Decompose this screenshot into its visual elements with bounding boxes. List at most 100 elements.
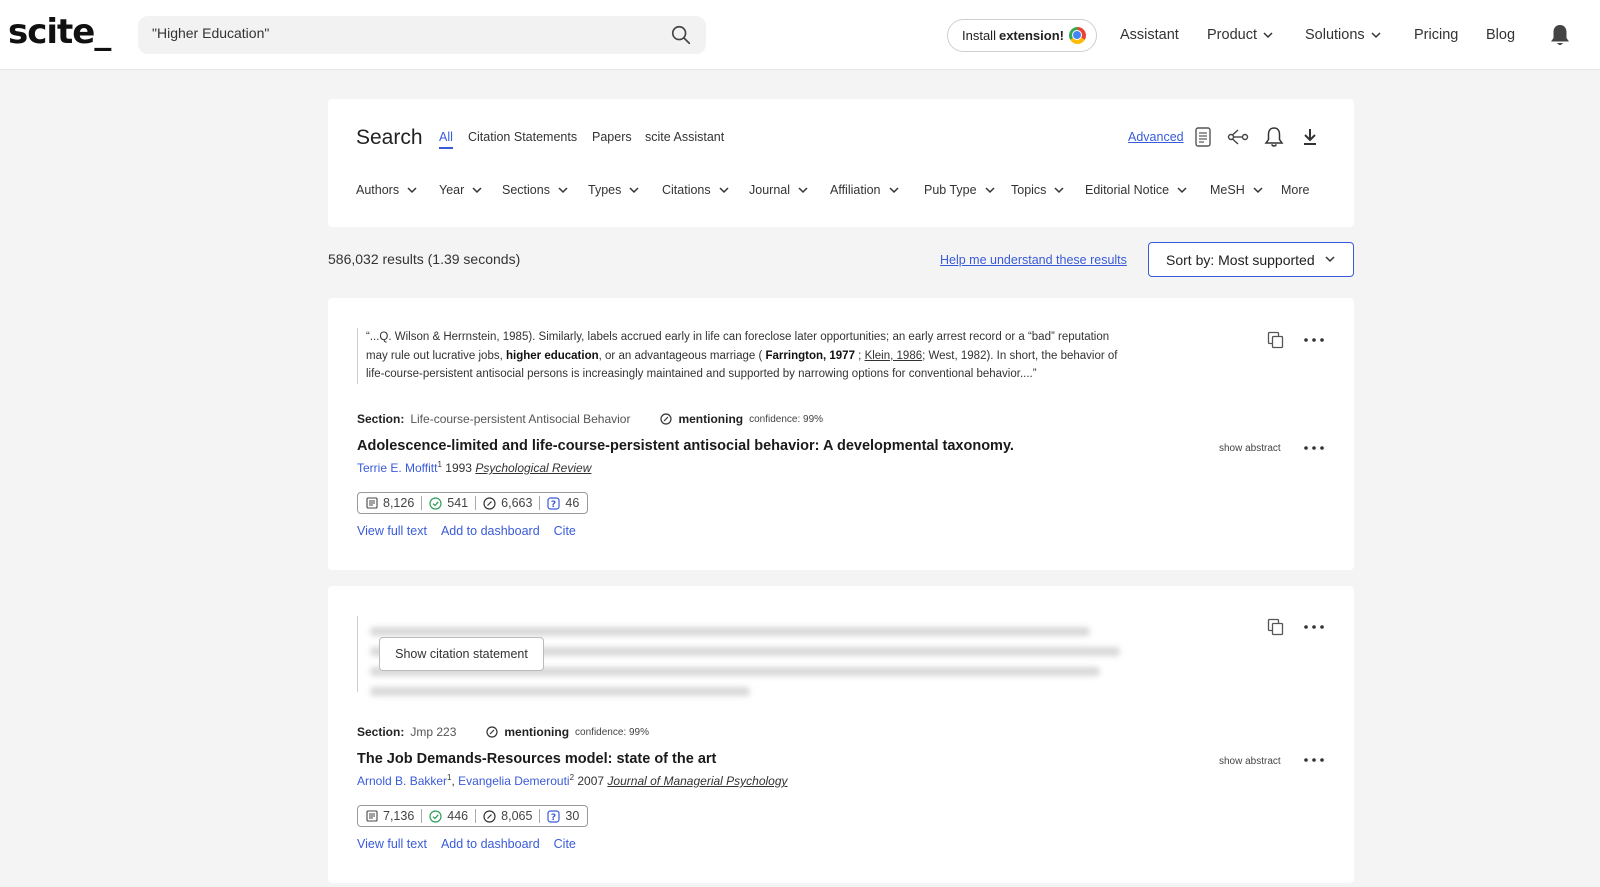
stat-value: 46 bbox=[565, 496, 580, 510]
chevron-down-icon bbox=[1371, 31, 1381, 38]
nav-assistant[interactable]: Assistant bbox=[1120, 27, 1179, 43]
stat-mentioning: 8,065 bbox=[476, 809, 541, 823]
chevron-down-icon bbox=[629, 186, 639, 193]
filter-label: Affiliation bbox=[830, 183, 881, 197]
quote-reference[interactable]: Farrington, 1977 bbox=[766, 350, 855, 362]
filter-pub-type[interactable]: Pub Type bbox=[924, 183, 995, 197]
tag-label: mentioning bbox=[678, 412, 744, 426]
confidence-label: confidence: 99% bbox=[749, 413, 824, 425]
search-input[interactable] bbox=[152, 25, 632, 41]
add-to-dashboard-link[interactable]: Add to dashboard bbox=[441, 524, 540, 538]
section-value: Jmp 223 bbox=[410, 725, 457, 739]
results-count: 586,032 results (1.39 seconds) bbox=[328, 251, 521, 267]
journal-link[interactable]: Journal of Managerial Psychology bbox=[607, 774, 787, 788]
nav-blog[interactable]: Blog bbox=[1486, 27, 1515, 43]
filter-citations[interactable]: Citations bbox=[662, 183, 729, 197]
search-icon[interactable] bbox=[670, 24, 692, 46]
install-extension-button[interactable]: Install extension! bbox=[947, 19, 1097, 52]
section-label: Section: bbox=[357, 725, 405, 739]
stat-value: 8,126 bbox=[383, 496, 415, 510]
more-options-icon[interactable] bbox=[1303, 445, 1325, 451]
chevron-down-icon bbox=[1325, 256, 1335, 263]
add-to-dashboard-link[interactable]: Add to dashboard bbox=[441, 837, 540, 851]
tab-papers[interactable]: Papers bbox=[592, 130, 632, 144]
question-icon: ? bbox=[547, 496, 561, 510]
stat-publications: 8,126 bbox=[366, 496, 423, 510]
nav-solutions[interactable]: Solutions bbox=[1305, 27, 1381, 43]
alert-bell-icon[interactable] bbox=[1263, 126, 1285, 148]
view-full-text-link[interactable]: View full text bbox=[357, 524, 427, 538]
author-link[interactable]: Arnold B. Bakker bbox=[357, 774, 447, 788]
citation-stats[interactable]: 7,136 446 8,065 ? 30 bbox=[357, 805, 589, 827]
more-options-icon[interactable] bbox=[1303, 757, 1325, 763]
author-link[interactable]: Terrie E. Moffitt bbox=[357, 461, 437, 475]
stat-contrasting: ? 46 bbox=[540, 496, 579, 510]
paper-title[interactable]: The Job Demands-Resources model: state o… bbox=[357, 751, 716, 767]
search-title: Search bbox=[356, 126, 423, 149]
chevron-down-icon bbox=[985, 186, 995, 193]
view-full-text-link[interactable]: View full text bbox=[357, 837, 427, 851]
filter-journal[interactable]: Journal bbox=[749, 183, 808, 197]
cite-link[interactable]: Cite bbox=[554, 837, 576, 851]
paper-title[interactable]: Adolescence-limited and life-course-pers… bbox=[357, 438, 1014, 454]
nav-pricing-label: Pricing bbox=[1414, 27, 1459, 43]
cite-link[interactable]: Cite bbox=[554, 524, 576, 538]
nav-product[interactable]: Product bbox=[1207, 27, 1273, 43]
citation-tag: mentioning confidence: 99% bbox=[486, 725, 649, 739]
card-actions: View full text Add to dashboard Cite bbox=[357, 837, 576, 851]
stat-supporting: 541 bbox=[422, 496, 477, 510]
mentioning-icon bbox=[660, 413, 673, 425]
chrome-icon bbox=[1068, 27, 1086, 44]
quote-reference-link[interactable]: Klein, 1986 bbox=[865, 350, 923, 362]
sort-dropdown[interactable]: Sort by: Most supported bbox=[1148, 242, 1354, 277]
filter-label: Authors bbox=[356, 183, 400, 197]
filter-editorial-notice[interactable]: Editorial Notice bbox=[1085, 183, 1187, 197]
citation-stats[interactable]: 8,126 541 6,663 ? 46 bbox=[357, 492, 589, 514]
tab-all[interactable]: All bbox=[439, 130, 453, 149]
show-citation-statement-button[interactable]: Show citation statement bbox=[379, 637, 544, 671]
filter-year[interactable]: Year bbox=[439, 183, 482, 197]
document-icon[interactable] bbox=[1192, 126, 1214, 148]
more-options-icon[interactable] bbox=[1303, 337, 1325, 343]
filter-sections[interactable]: Sections bbox=[502, 183, 568, 197]
show-abstract-link[interactable]: show abstract bbox=[1219, 443, 1281, 454]
filter-mesh[interactable]: MeSH bbox=[1210, 183, 1263, 197]
quote-highlight: higher education bbox=[505, 349, 599, 362]
quote-text: , or an advantageous marriage ( bbox=[598, 349, 766, 362]
chevron-down-icon bbox=[407, 186, 417, 193]
tab-scite-assistant[interactable]: scite Assistant bbox=[645, 130, 724, 144]
advanced-search-link[interactable]: Advanced bbox=[1128, 130, 1184, 144]
help-understand-link[interactable]: Help me understand these results bbox=[940, 253, 1127, 267]
search-box[interactable] bbox=[138, 16, 706, 54]
mentioning-icon bbox=[483, 809, 496, 823]
more-options-icon[interactable] bbox=[1303, 624, 1325, 630]
svg-text:?: ? bbox=[551, 813, 556, 823]
share-network-icon[interactable] bbox=[1227, 126, 1249, 148]
filter-affiliation[interactable]: Affiliation bbox=[830, 183, 899, 197]
nav-pricing[interactable]: Pricing bbox=[1414, 27, 1458, 43]
section-value: Life-course-persistent Antisocial Behavi… bbox=[410, 412, 631, 426]
download-icon[interactable] bbox=[1299, 126, 1321, 148]
author-link[interactable]: Evangelia Demerouti bbox=[458, 774, 569, 788]
chevron-down-icon bbox=[1263, 31, 1273, 38]
supporting-check-icon bbox=[429, 809, 442, 823]
result-card: “...Q. Wilson & Herrnstein, 1985). Simil… bbox=[328, 298, 1354, 570]
stat-contrasting: ? 30 bbox=[540, 809, 579, 823]
filter-types[interactable]: Types bbox=[588, 183, 639, 197]
copy-icon[interactable] bbox=[1267, 618, 1285, 636]
copy-icon[interactable] bbox=[1267, 331, 1285, 349]
show-abstract-link[interactable]: show abstract bbox=[1219, 756, 1281, 767]
journal-link[interactable]: Psychological Review bbox=[475, 461, 591, 475]
tab-citation-statements[interactable]: Citation Statements bbox=[468, 130, 577, 144]
confidence-label: confidence: 99% bbox=[575, 726, 649, 738]
filter-authors[interactable]: Authors bbox=[356, 183, 417, 197]
nav-blog-label: Blog bbox=[1486, 27, 1516, 43]
paper-meta: Terrie E. Moffitt1 1993 Psychological Re… bbox=[357, 460, 591, 475]
notification-bell-icon[interactable] bbox=[1549, 23, 1571, 47]
mentioning-icon bbox=[483, 496, 496, 510]
filter-more[interactable]: More bbox=[1281, 183, 1309, 197]
scite-logo[interactable]: scite_ bbox=[8, 12, 111, 52]
paper-year: 2007 bbox=[577, 774, 605, 788]
author-sup: 2 bbox=[569, 773, 575, 782]
filter-topics[interactable]: Topics bbox=[1011, 183, 1064, 197]
